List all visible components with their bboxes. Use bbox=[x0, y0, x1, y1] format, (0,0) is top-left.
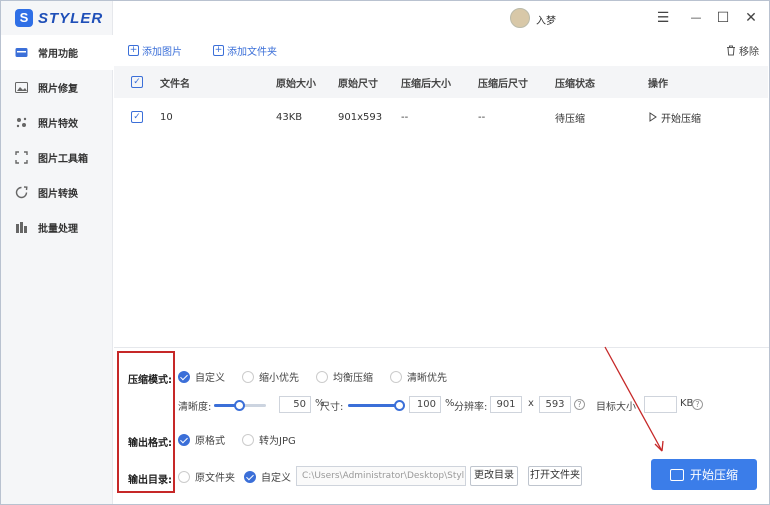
annotation-arrow bbox=[604, 346, 664, 452]
